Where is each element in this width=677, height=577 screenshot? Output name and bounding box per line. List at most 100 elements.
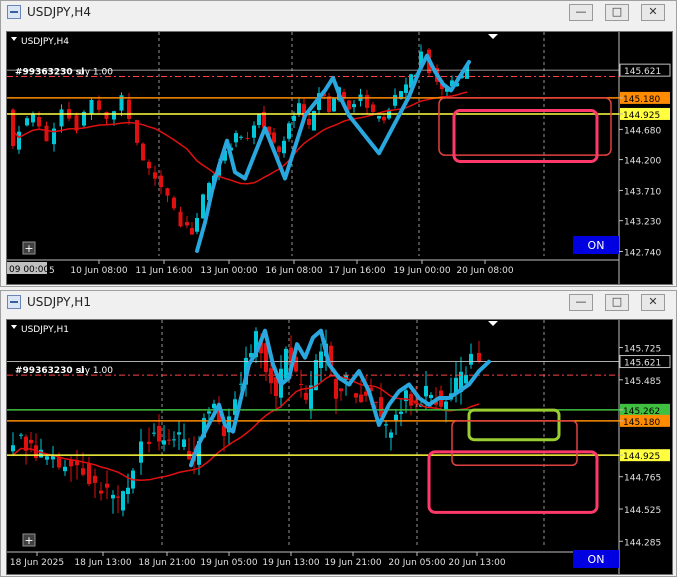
plus-icon: +	[24, 534, 33, 547]
candle	[177, 432, 181, 435]
x-tick-label: 18 Jun 2025	[10, 558, 64, 568]
candle	[304, 392, 308, 400]
candle	[25, 118, 29, 126]
x-tick-label: 18 Jun 13:00	[74, 558, 131, 568]
candle	[116, 496, 120, 498]
candle	[39, 449, 43, 458]
collapse-triangle-icon	[11, 37, 17, 41]
candle	[424, 385, 428, 397]
candle	[382, 116, 386, 121]
candle	[201, 194, 205, 219]
candle	[269, 368, 273, 384]
candle	[477, 352, 481, 362]
x-tick-label: 5	[49, 266, 55, 276]
candle	[167, 439, 171, 441]
x-tick-label: 19 Jun 21:00	[324, 558, 381, 568]
candle	[87, 463, 91, 485]
chart-shift-icon	[488, 34, 498, 39]
candle	[172, 197, 176, 209]
candle	[147, 441, 151, 445]
on-label: ON	[588, 553, 605, 566]
price-level-tag-label: 145.180	[623, 95, 660, 105]
minimize-button[interactable]: —	[569, 4, 593, 21]
candle	[469, 353, 473, 365]
price-level-tag-label: 145.180	[623, 418, 660, 428]
candle	[59, 109, 64, 127]
candle	[182, 439, 186, 447]
y-tick-label: 143.230	[624, 218, 661, 228]
crosshair-date-label: 09 00:00	[9, 265, 50, 275]
close-button[interactable]: ✕	[641, 4, 665, 21]
y-tick-label: 142.740	[624, 248, 661, 258]
chart-canvas[interactable]: 145.180 144.925 145.621 144.680 144.200 143.7…	[7, 32, 672, 284]
price-level-tag-label: 144.925	[623, 111, 660, 121]
candle	[297, 103, 301, 115]
candle	[319, 351, 323, 368]
candle	[389, 432, 393, 438]
moving-average-line	[12, 91, 468, 185]
x-tick-label: 13 Jun 00:00	[200, 266, 257, 276]
plus-icon: +	[24, 242, 33, 255]
chart-plot-area[interactable]: 145.262 145.180 144.925 145.725 145.621 145.4…	[6, 319, 673, 575]
order-label: #99363230 sl	[15, 68, 84, 78]
candle	[239, 136, 243, 138]
candle	[190, 228, 194, 235]
y-tick-label: 145.485	[624, 377, 661, 387]
candle	[11, 109, 15, 147]
freehand-drawing	[195, 53, 471, 253]
candle	[377, 115, 381, 119]
candle	[444, 401, 448, 410]
maximize-button[interactable]: □	[605, 294, 629, 311]
candle	[141, 143, 145, 161]
candle	[111, 494, 115, 499]
candle	[31, 113, 35, 123]
candle	[17, 131, 21, 150]
candle	[299, 383, 303, 385]
y-tick-label: 145.621	[624, 67, 661, 77]
window-title: USDJPY,H4	[27, 5, 91, 19]
chart-window-h4[interactable]: USDJPY,H4 — □ ✕ 145.180 144.925 145.621 144…	[0, 0, 677, 287]
candle	[126, 487, 130, 494]
window-titlebar[interactable]: USDJPY,H1 — □ ✕	[1, 291, 676, 315]
candle	[178, 211, 183, 227]
candle	[172, 439, 176, 441]
candle	[19, 434, 23, 436]
candle	[112, 111, 116, 120]
candle	[245, 137, 250, 139]
x-tick-label: 20 Jun 05:00	[388, 558, 445, 568]
maximize-button[interactable]: □	[605, 4, 629, 21]
candle	[272, 132, 276, 143]
candle	[153, 172, 157, 179]
candle	[359, 394, 363, 403]
candle	[147, 161, 151, 169]
candle	[57, 457, 61, 468]
y-tick-label: 144.765	[624, 474, 661, 484]
y-tick-label: 144.285	[624, 538, 661, 548]
candle	[277, 146, 281, 153]
candle	[37, 116, 41, 127]
candle	[464, 374, 468, 384]
candle	[185, 221, 189, 226]
y-tick-label: 143.710	[624, 187, 661, 197]
minimize-button[interactable]: —	[569, 294, 593, 311]
candle	[292, 115, 296, 121]
price-level-tag-label: 144.925	[623, 452, 660, 462]
candle	[45, 456, 49, 460]
chart-plot-area[interactable]: 145.180 144.925 145.621 144.680 144.200 143.7…	[6, 31, 673, 285]
zone-rectangle	[467, 408, 561, 442]
candle	[352, 104, 356, 108]
chart-window-h1[interactable]: USDJPY,H1 — □ ✕ 145.262 145.180 144.925 145…	[0, 290, 677, 577]
order-label-suffix: uy 1.00	[79, 68, 113, 78]
close-button[interactable]: ✕	[641, 294, 665, 311]
candle	[252, 125, 256, 138]
x-tick-label: 20 Jun 13:00	[448, 558, 505, 568]
candle	[332, 98, 336, 112]
candle	[63, 466, 67, 472]
candle	[44, 125, 49, 142]
chart-icon	[7, 5, 21, 19]
candle	[354, 393, 358, 398]
window-titlebar[interactable]: USDJPY,H4 — □ ✕	[1, 1, 676, 25]
chart-canvas[interactable]: 145.262145.180144.925145.725145.621145.4…	[7, 320, 672, 574]
candle	[393, 95, 397, 106]
x-tick-label: 16 Jun 08:00	[265, 266, 322, 276]
